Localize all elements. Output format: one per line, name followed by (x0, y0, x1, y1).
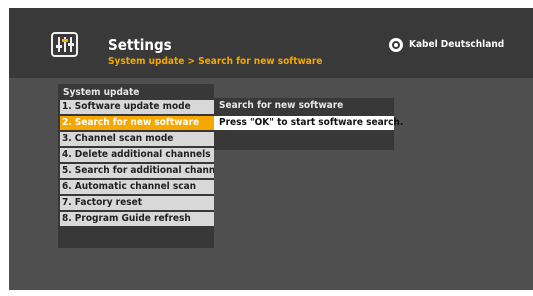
detail-heading: Search for new software (219, 100, 344, 111)
menu-item-channel-scan-mode[interactable]: 3. Channel scan mode (60, 132, 214, 146)
system-update-menu: System update 1. Software update mode 2.… (58, 84, 214, 248)
page-title: Settings (108, 36, 172, 54)
detail-message: Press "OK" to start software search. (214, 116, 403, 130)
menu-item-search-for-additional-channels[interactable]: 5. Search for additional channels (60, 164, 214, 178)
detail-panel: Search for new software Press "OK" to st… (214, 98, 403, 150)
brand-name: Kabel Deutschland (409, 39, 505, 50)
menu-item-factory-reset[interactable]: 7. Factory reset (60, 196, 214, 210)
menu-item-software-update-mode[interactable]: 1. Software update mode (60, 100, 214, 114)
menu-item-automatic-channel-scan[interactable]: 6. Automatic channel scan (60, 180, 214, 194)
header: Settings System update > Search for new … (9, 8, 533, 78)
kabel-deutschland-logo-icon (389, 38, 403, 52)
settings-sliders-icon (51, 32, 78, 57)
breadcrumb: System update > Search for new software (108, 56, 323, 67)
menu-item-delete-additional-channels[interactable]: 4. Delete additional channels (60, 148, 214, 162)
menu-item-search-for-new-software[interactable]: 2. Search for new software (60, 116, 214, 130)
tv-screen: Settings System update > Search for new … (9, 8, 533, 290)
menu-list: 1. Software update mode 2. Search for ne… (60, 100, 214, 228)
menu-heading: System update (63, 87, 140, 98)
menu-item-program-guide-refresh[interactable]: 8. Program Guide refresh (60, 212, 214, 226)
